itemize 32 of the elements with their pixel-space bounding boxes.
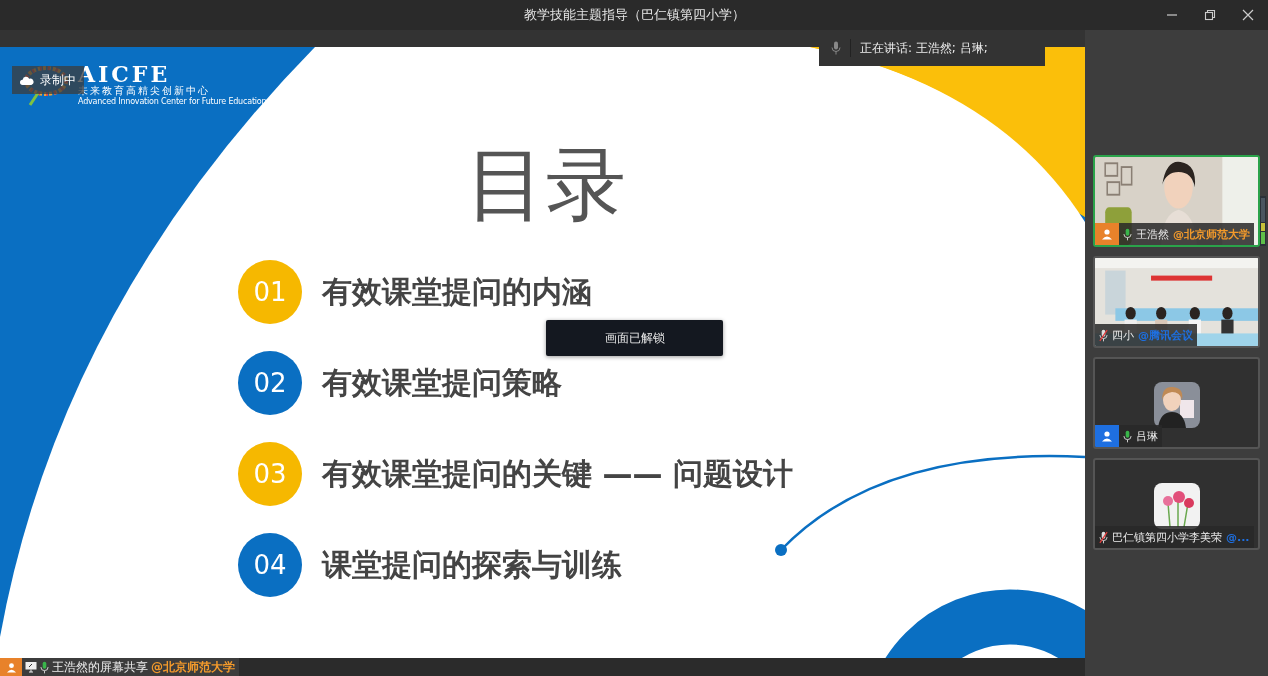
participant-name: 四小 — [1112, 327, 1134, 343]
participant-tile[interactable]: 巴仁镇第四小学李美荣 @... — [1093, 458, 1260, 550]
participant-name: 王浩然 — [1136, 226, 1169, 242]
screen-share-icon — [25, 661, 37, 673]
organization-label: @... — [1226, 530, 1250, 544]
logo-english-name: Advanced Innovation Center for Future Education — [78, 97, 267, 107]
participant-tile[interactable]: 王浩然 @北京师范大学 — [1093, 155, 1260, 247]
agenda-item: 有效课堂提问的内涵 — [322, 272, 592, 311]
agenda-item: 有效课堂提问策略 — [322, 363, 562, 402]
organization-label: @腾讯会议 — [1138, 327, 1193, 343]
organization-label: @北京师范大学 — [1173, 226, 1250, 242]
share-label: 王浩然的屏幕共享 — [52, 658, 148, 676]
recording-label: 录制中 — [40, 71, 76, 89]
restore-icon[interactable] — [1204, 9, 1216, 21]
participant-name: 吕琳 — [1136, 428, 1158, 444]
agenda-item: 课堂提问的探索与训练 — [322, 545, 622, 584]
volume-meter-icon — [1260, 196, 1266, 246]
close-icon[interactable] — [1242, 9, 1254, 21]
logo-name: AICFE — [78, 63, 171, 85]
participant-name: 巴仁镇第四小学李美荣 — [1112, 529, 1222, 545]
unlock-toast: 画面已解锁 — [546, 320, 723, 356]
window-title: 教学技能主题指导（巴仁镇第四小学） — [522, 6, 746, 24]
participant-tile[interactable]: 吕琳 — [1093, 357, 1260, 449]
agenda-item: 有效课堂提问的关键 —— 问题设计 — [322, 454, 793, 493]
cloud-icon — [20, 75, 34, 85]
participant-tile[interactable]: 四小 @腾讯会议 — [1093, 256, 1260, 348]
logo-subtitle: 未来教育高精尖创新中心 — [78, 85, 211, 97]
microphone-icon — [831, 41, 841, 55]
microphone-icon — [40, 660, 49, 674]
slide-title: 目录 — [465, 143, 626, 227]
organization-label: @北京师范大学 — [151, 658, 235, 676]
speaking-label: 正在讲话: 王浩然; 吕琳; — [860, 39, 988, 57]
